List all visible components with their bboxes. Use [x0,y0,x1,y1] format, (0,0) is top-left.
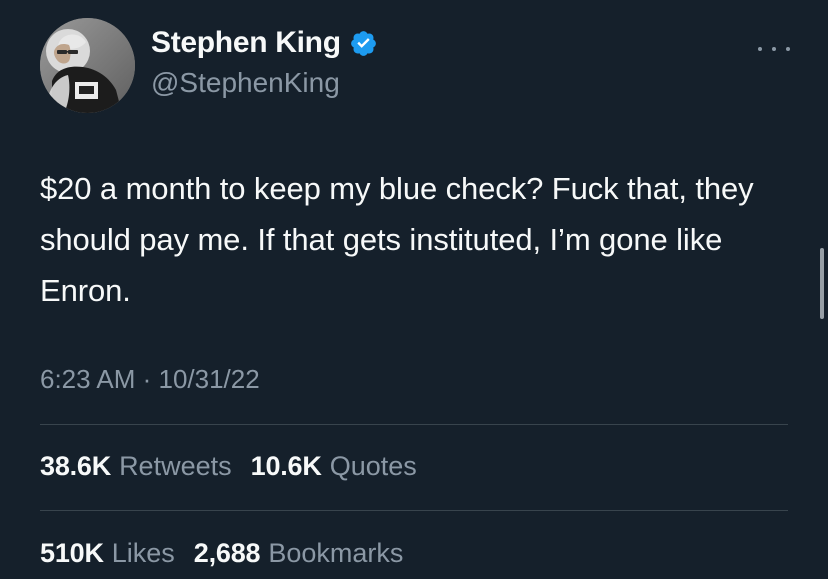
tweet-timestamp[interactable]: 6:23 AM · 10/31/22 [40,361,260,397]
engagement-stats-row: 38.6K Retweets 10.6K Quotes [40,446,417,486]
likes-label: Likes [111,538,175,568]
retweets-count: 38.6K [40,451,112,481]
more-horizontal-icon [772,47,776,51]
tweet-detail: Stephen King @StephenKing $20 a month to… [0,0,828,579]
author-handle[interactable]: @StephenKing [151,66,340,100]
tweet-header: Stephen King @StephenKing [40,18,800,113]
engagement-stats-row: 510K Likes 2,688 Bookmarks [40,533,403,573]
more-horizontal-icon [758,47,762,51]
likes-stat[interactable]: 510K Likes [40,533,175,573]
more-options-button[interactable] [758,42,790,56]
divider [40,424,788,425]
quotes-count: 10.6K [250,451,322,481]
scrollbar[interactable] [816,0,828,579]
bookmarks-stat[interactable]: 2,688 Bookmarks [194,533,404,573]
display-name[interactable]: Stephen King [151,25,341,61]
retweets-label: Retweets [119,451,232,481]
avatar[interactable] [40,18,135,113]
retweets-stat[interactable]: 38.6K Retweets [40,446,232,486]
more-horizontal-icon [786,47,790,51]
divider [40,510,788,511]
bookmarks-label: Bookmarks [268,538,404,568]
avatar-photo-icon [40,18,135,113]
scrollbar-thumb[interactable] [820,248,824,319]
verified-badge-icon [349,29,378,58]
likes-count: 510K [40,538,104,568]
author-name-row: Stephen King [151,23,378,63]
bookmarks-count: 2,688 [193,538,261,568]
quotes-stat[interactable]: 10.6K Quotes [251,446,417,486]
tweet-text: $20 a month to keep my blue check? Fuck … [40,171,754,308]
quotes-label: Quotes [329,451,417,481]
